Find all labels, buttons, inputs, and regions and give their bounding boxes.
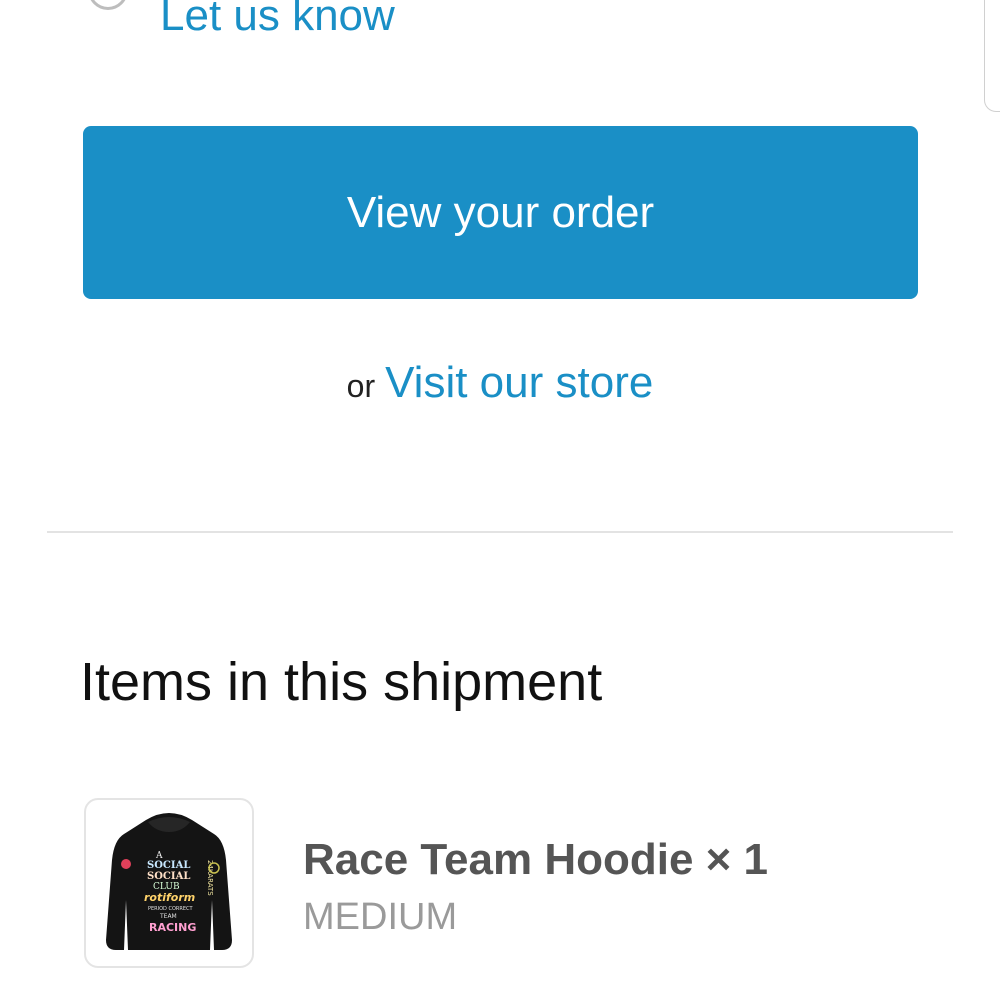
let-us-know-link[interactable]: Let us know: [160, 0, 395, 42]
thumb-text-6: PERIOD CORRECT: [148, 906, 194, 912]
section-divider: [47, 531, 953, 533]
visit-store-row: or Visit our store: [0, 355, 1000, 414]
shipment-section-title: Items in this shipment: [80, 652, 603, 712]
view-order-button[interactable]: View your order: [83, 126, 918, 299]
shipping-confirmation-page: Let us know View your order or Visit our …: [0, 0, 1000, 997]
item-variant: MEDIUM: [303, 896, 458, 938]
thumb-text-5: rotiform: [144, 891, 195, 904]
side-panel-edge: [984, 0, 1000, 112]
thumb-text-2: SOCIAL: [147, 860, 190, 871]
thumb-text-7: TEAM: [159, 913, 177, 920]
circle-icon: [88, 0, 128, 10]
hoodie-image: A SOCIAL SOCIAL CLUB rotiform PERIOD COR…: [106, 813, 232, 950]
or-text: or: [346, 368, 376, 404]
hoodie-thumbnail: A SOCIAL SOCIAL CLUB rotiform PERIOD COR…: [84, 798, 254, 968]
thumb-text-8: RACING: [149, 921, 196, 934]
item-name: Race Team Hoodie × 1: [303, 835, 769, 884]
visit-store-link[interactable]: Visit our store: [385, 358, 653, 407]
thumb-text-3: SOCIAL: [147, 871, 190, 882]
